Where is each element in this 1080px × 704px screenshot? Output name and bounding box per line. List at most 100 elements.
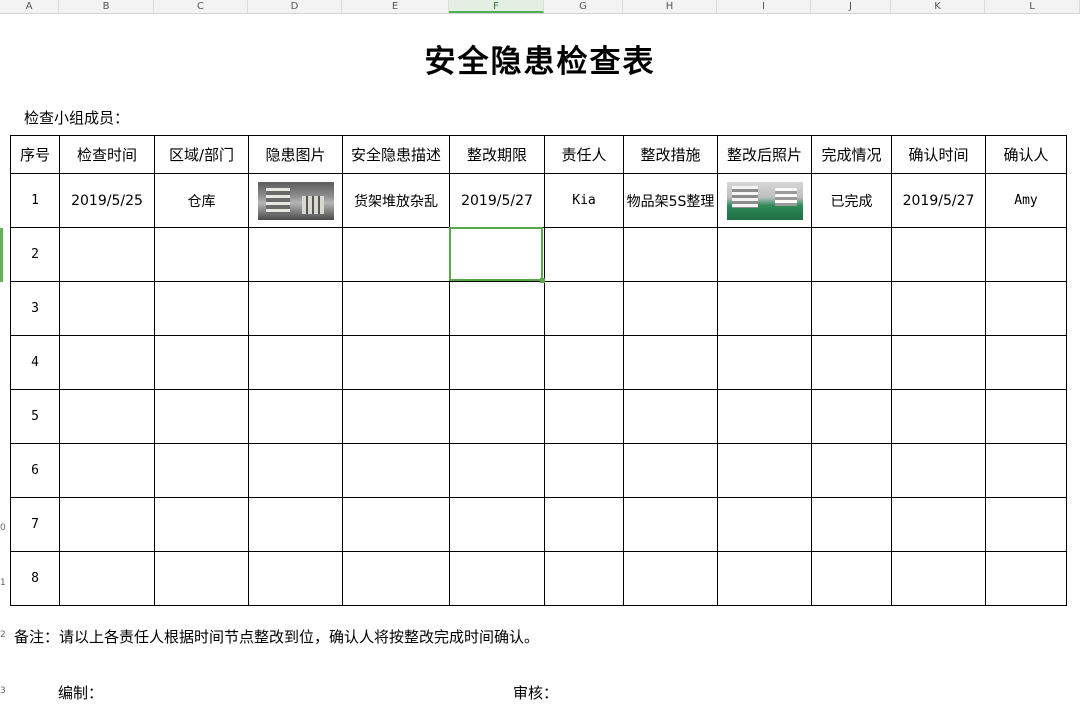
column-header-i[interactable]: I (717, 0, 811, 13)
cell-empty[interactable] (342, 497, 450, 552)
column-header-a[interactable]: A (0, 0, 59, 13)
after-photo-image[interactable] (726, 181, 803, 220)
cell-empty[interactable] (59, 443, 155, 498)
cell-empty[interactable] (154, 497, 249, 552)
cell-empty[interactable] (449, 389, 545, 444)
cell-empty[interactable] (623, 551, 718, 606)
cell-empty[interactable] (985, 227, 1067, 282)
row-header[interactable]: 2 (0, 630, 8, 640)
cell-no[interactable]: 6 (10, 443, 60, 498)
cell-empty[interactable] (985, 389, 1067, 444)
cell-owner[interactable]: Kia (544, 173, 624, 228)
cell-empty[interactable] (623, 227, 718, 282)
cell-empty[interactable] (544, 551, 624, 606)
cell-empty[interactable] (811, 551, 892, 606)
cell-confirm-time[interactable]: 2019/5/27 (891, 173, 986, 228)
cell-empty[interactable] (717, 389, 812, 444)
cell-empty[interactable] (891, 389, 986, 444)
cell-empty[interactable] (59, 227, 155, 282)
cell-empty[interactable] (154, 335, 249, 390)
cell-empty[interactable] (623, 335, 718, 390)
cell-empty[interactable] (154, 443, 249, 498)
hazard-photo-image[interactable] (257, 181, 334, 220)
cell-empty[interactable] (811, 497, 892, 552)
cell-empty[interactable] (248, 551, 343, 606)
cell-area[interactable]: 仓库 (154, 173, 249, 228)
cell-empty[interactable] (891, 227, 986, 282)
column-header-k[interactable]: K (891, 0, 985, 13)
cell-hazard-photo[interactable] (248, 173, 343, 228)
cell-empty[interactable] (248, 497, 343, 552)
cell-empty[interactable] (891, 443, 986, 498)
cell-empty[interactable] (59, 389, 155, 444)
header-cell-status[interactable]: 完成情况 (811, 135, 892, 174)
cell-empty[interactable] (811, 443, 892, 498)
cell-empty[interactable] (811, 335, 892, 390)
cell-empty[interactable] (717, 551, 812, 606)
cell-empty[interactable] (985, 443, 1067, 498)
header-cell-no[interactable]: 序号 (10, 135, 60, 174)
cell-empty[interactable] (544, 443, 624, 498)
cell-measure[interactable]: 物品架5S整理 (623, 173, 718, 228)
header-cell-owner[interactable]: 责任人 (544, 135, 624, 174)
cell-empty[interactable] (891, 281, 986, 336)
cell-empty[interactable] (544, 497, 624, 552)
column-header-b[interactable]: B (59, 0, 154, 13)
cell-empty[interactable] (623, 389, 718, 444)
column-header-d[interactable]: D (248, 0, 342, 13)
column-header-f[interactable]: F (449, 0, 544, 13)
column-header-e[interactable]: E (342, 0, 449, 13)
cell-no[interactable]: 5 (10, 389, 60, 444)
cell-empty[interactable] (449, 551, 545, 606)
cell-empty[interactable] (248, 227, 343, 282)
cell-empty[interactable] (59, 281, 155, 336)
cell-empty[interactable] (623, 281, 718, 336)
cell-empty[interactable] (891, 335, 986, 390)
cell-empty[interactable] (811, 227, 892, 282)
cell-no[interactable]: 4 (10, 335, 60, 390)
cell-empty[interactable] (449, 281, 545, 336)
column-header-g[interactable]: G (544, 0, 623, 13)
cell-empty[interactable] (342, 443, 450, 498)
cell-empty[interactable] (449, 227, 545, 282)
column-header-c[interactable]: C (154, 0, 248, 13)
cell-empty[interactable] (544, 389, 624, 444)
cell-check-time[interactable]: 2019/5/25 (59, 173, 155, 228)
cell-empty[interactable] (154, 389, 249, 444)
cell-empty[interactable] (449, 335, 545, 390)
row-header[interactable]: 3 (0, 686, 8, 696)
cell-empty[interactable] (59, 551, 155, 606)
cell-empty[interactable] (342, 389, 450, 444)
cell-empty[interactable] (985, 497, 1067, 552)
cell-empty[interactable] (544, 227, 624, 282)
cell-empty[interactable] (342, 227, 450, 282)
header-cell-after-photo[interactable]: 整改后照片 (717, 135, 812, 174)
cell-status[interactable]: 已完成 (811, 173, 892, 228)
cell-empty[interactable] (154, 227, 249, 282)
cell-empty[interactable] (985, 335, 1067, 390)
header-cell-check-time[interactable]: 检查时间 (59, 135, 155, 174)
cell-empty[interactable] (449, 497, 545, 552)
cell-empty[interactable] (985, 281, 1067, 336)
cell-empty[interactable] (59, 335, 155, 390)
header-cell-confirmer[interactable]: 确认人 (985, 135, 1067, 174)
cell-empty[interactable] (985, 551, 1067, 606)
row-header[interactable]: 0 (0, 523, 8, 533)
cell-empty[interactable] (811, 389, 892, 444)
cell-empty[interactable] (623, 443, 718, 498)
cell-empty[interactable] (342, 281, 450, 336)
cell-empty[interactable] (342, 335, 450, 390)
cell-empty[interactable] (544, 281, 624, 336)
cell-empty[interactable] (342, 551, 450, 606)
cell-empty[interactable] (248, 389, 343, 444)
column-header-j[interactable]: J (811, 0, 891, 13)
cell-empty[interactable] (811, 281, 892, 336)
cell-empty[interactable] (623, 497, 718, 552)
cell-empty[interactable] (717, 227, 812, 282)
cell-empty[interactable] (717, 497, 812, 552)
cell-description[interactable]: 货架堆放杂乱 (342, 173, 450, 228)
cell-deadline[interactable]: 2019/5/27 (449, 173, 545, 228)
cell-empty[interactable] (544, 335, 624, 390)
cell-no[interactable]: 1 (10, 173, 60, 228)
cell-no[interactable]: 7 (10, 497, 60, 552)
